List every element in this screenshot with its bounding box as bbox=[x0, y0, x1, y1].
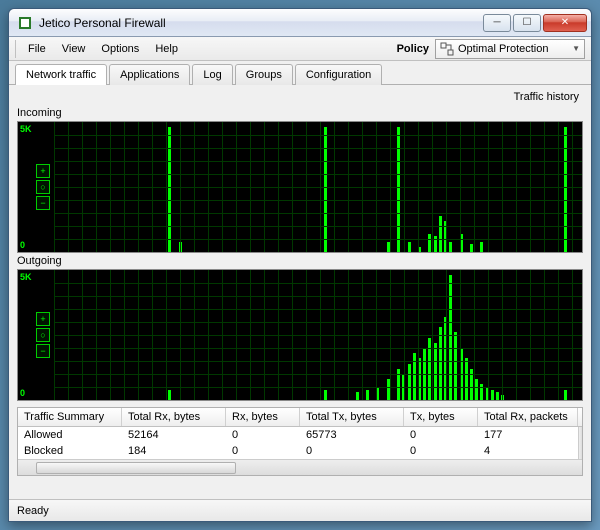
policy-icon bbox=[440, 42, 454, 56]
th-total-rx-pk[interactable]: Total Rx, packets bbox=[478, 408, 578, 426]
app-icon bbox=[17, 15, 33, 31]
menu-view[interactable]: View bbox=[54, 40, 94, 58]
zoom-reset-icon[interactable]: ○ bbox=[36, 180, 50, 194]
row-label: Allowed bbox=[18, 427, 122, 443]
app-window: Jetico Personal Firewall ─ ☐ ✕ File View… bbox=[8, 8, 592, 522]
outgoing-ymin: 0 bbox=[20, 388, 25, 398]
outgoing-ymax: 5K bbox=[20, 272, 32, 282]
vertical-scrollbar[interactable] bbox=[578, 427, 582, 459]
table-row[interactable]: Allowed 52164 0 65773 0 177 bbox=[18, 427, 578, 443]
client-area: Traffic history Incoming 5K 0 + ○ − Outg… bbox=[9, 85, 591, 499]
horizontal-scrollbar[interactable] bbox=[18, 459, 582, 475]
menubar: File View Options Help Policy Optimal Pr… bbox=[9, 37, 591, 61]
th-total-tx[interactable]: Total Tx, bytes bbox=[300, 408, 404, 426]
traffic-history-label: Traffic history bbox=[17, 89, 583, 105]
th-summary[interactable]: Traffic Summary bbox=[18, 408, 122, 426]
tab-configuration[interactable]: Configuration bbox=[295, 64, 382, 85]
menu-options[interactable]: Options bbox=[93, 40, 147, 58]
table-row[interactable]: Blocked 184 0 0 0 4 bbox=[18, 443, 578, 459]
zoom-in-icon[interactable]: + bbox=[36, 312, 50, 326]
zoom-reset-icon[interactable]: ○ bbox=[36, 328, 50, 342]
row-label: Blocked bbox=[18, 443, 122, 459]
th-tx[interactable]: Tx, bytes bbox=[404, 408, 478, 426]
window-title: Jetico Personal Firewall bbox=[39, 16, 483, 30]
maximize-button[interactable]: ☐ bbox=[513, 14, 541, 32]
incoming-ymin: 0 bbox=[20, 240, 25, 250]
close-button[interactable]: ✕ bbox=[543, 14, 587, 32]
menu-file[interactable]: File bbox=[20, 40, 54, 58]
tabstrip: Network traffic Applications Log Groups … bbox=[9, 61, 591, 85]
titlebar[interactable]: Jetico Personal Firewall ─ ☐ ✕ bbox=[9, 9, 591, 37]
incoming-ymax: 5K bbox=[20, 124, 32, 134]
tab-network-traffic[interactable]: Network traffic bbox=[15, 64, 107, 85]
zoom-in-icon[interactable]: + bbox=[36, 164, 50, 178]
status-text: Ready bbox=[17, 505, 49, 517]
table-header: Traffic Summary Total Rx, bytes Rx, byte… bbox=[18, 408, 582, 427]
summary-table: Traffic Summary Total Rx, bytes Rx, byte… bbox=[17, 407, 583, 476]
zoom-out-icon[interactable]: − bbox=[36, 196, 50, 210]
policy-label: Policy bbox=[391, 40, 435, 58]
incoming-chart: 5K 0 + ○ − bbox=[17, 121, 583, 253]
outgoing-chart: 5K 0 + ○ − bbox=[17, 269, 583, 401]
minimize-button[interactable]: ─ bbox=[483, 14, 511, 32]
incoming-label: Incoming bbox=[17, 105, 583, 121]
tab-applications[interactable]: Applications bbox=[109, 64, 190, 85]
outgoing-label: Outgoing bbox=[17, 253, 583, 269]
th-total-rx[interactable]: Total Rx, bytes bbox=[122, 408, 226, 426]
chevron-down-icon: ▼ bbox=[572, 44, 580, 53]
policy-selected: Optimal Protection bbox=[458, 43, 548, 55]
tab-groups[interactable]: Groups bbox=[235, 64, 293, 85]
zoom-out-icon[interactable]: − bbox=[36, 344, 50, 358]
tab-log[interactable]: Log bbox=[192, 64, 232, 85]
policy-dropdown[interactable]: Optimal Protection ▼ bbox=[435, 39, 585, 59]
statusbar: Ready bbox=[9, 499, 591, 521]
menu-help[interactable]: Help bbox=[147, 40, 186, 58]
th-rx[interactable]: Rx, bytes bbox=[226, 408, 300, 426]
